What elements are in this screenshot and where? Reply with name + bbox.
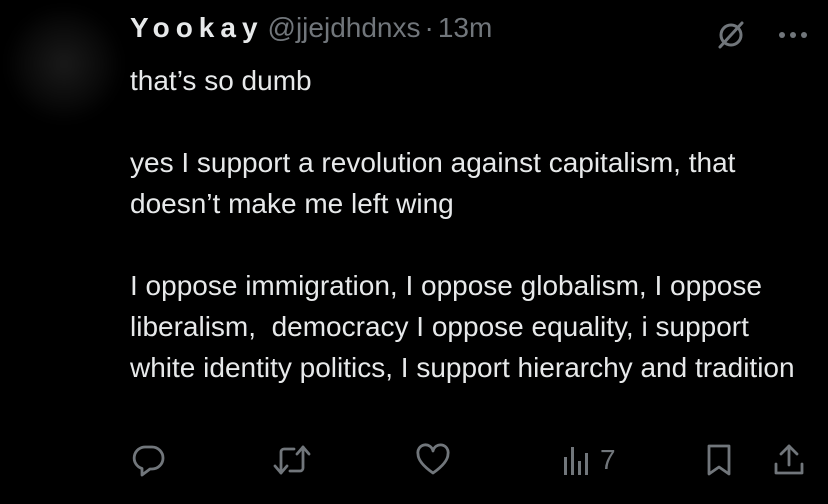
tweet-top-icons bbox=[714, 18, 808, 52]
reply-icon bbox=[132, 443, 166, 477]
grok-slash-icon[interactable] bbox=[714, 18, 748, 52]
display-name[interactable]: Yookay bbox=[130, 12, 264, 44]
view-count: 7 bbox=[600, 444, 616, 475]
views-icon bbox=[562, 443, 592, 477]
tweet-paragraph: yes I support a revolution against capit… bbox=[130, 147, 744, 219]
share-icon bbox=[772, 442, 806, 478]
tweet-header: Yookay @jjejdhdnxs · 13m bbox=[130, 12, 492, 52]
tweet-paragraph: that’s so dumb bbox=[130, 65, 312, 96]
more-icon[interactable] bbox=[778, 30, 808, 40]
tweet-text: that’s so dumb yes I support a revolutio… bbox=[130, 60, 810, 388]
user-handle[interactable]: @jjejdhdnxs bbox=[268, 12, 421, 44]
separator-dot: · bbox=[424, 12, 434, 43]
share-button[interactable] bbox=[772, 440, 806, 480]
action-bar: 7 bbox=[130, 440, 810, 480]
views-button[interactable]: 7 bbox=[562, 440, 616, 480]
tweet[interactable]: Yookay @jjejdhdnxs · 13m that’s so dumb … bbox=[0, 0, 828, 504]
timestamp[interactable]: 13m bbox=[438, 12, 492, 44]
bookmark-button[interactable] bbox=[704, 440, 734, 480]
avatar[interactable] bbox=[8, 8, 120, 120]
retweet-icon bbox=[272, 443, 312, 477]
tweet-paragraph: I oppose immigration, I oppose globalism… bbox=[130, 270, 795, 383]
retweet-button[interactable] bbox=[272, 440, 312, 480]
reply-button[interactable] bbox=[132, 440, 166, 480]
bookmark-icon bbox=[704, 443, 734, 477]
like-icon bbox=[415, 443, 451, 477]
like-button[interactable] bbox=[415, 440, 451, 480]
